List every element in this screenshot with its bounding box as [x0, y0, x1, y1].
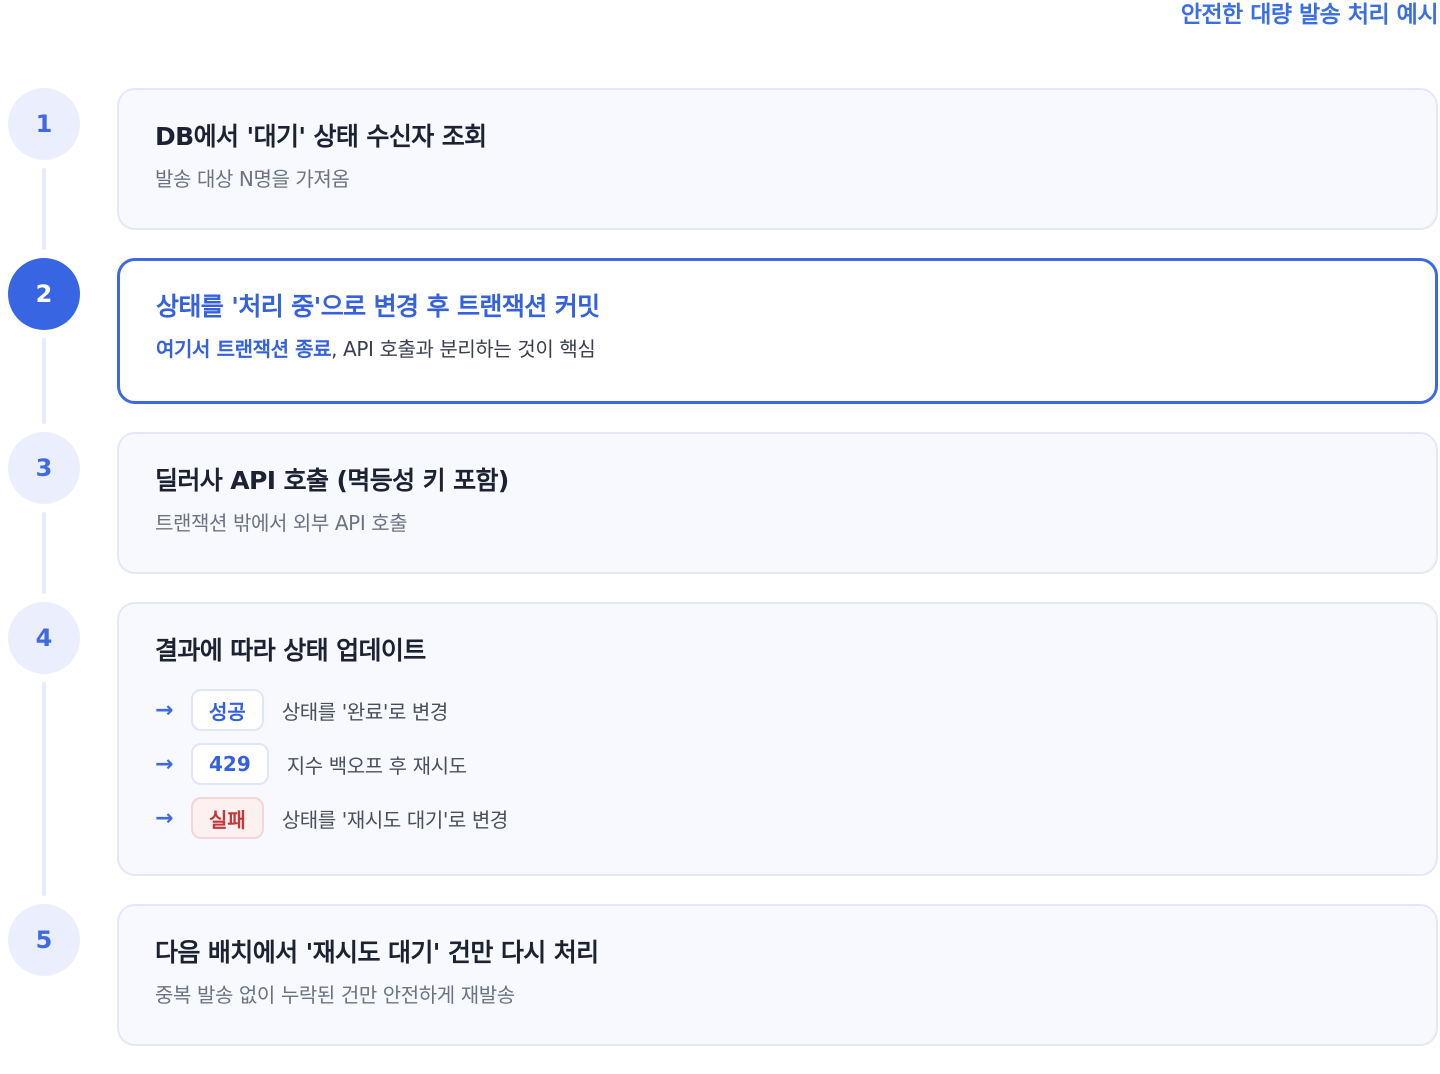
arrow-right-icon: →: [155, 805, 174, 831]
step-card-1: DB에서 '대기' 상태 수신자 조회 발송 대상 N명을 가져옴: [117, 88, 1438, 230]
step-title: 다음 배치에서 '재시도 대기' 건만 다시 처리: [155, 938, 599, 967]
step-number-3: 3: [8, 432, 80, 504]
step-desc-rest: , API 호출과 분리하는 것이 핵심: [331, 337, 596, 361]
step-desc: 중복 발송 없이 누락된 건만 안전하게 재발송: [155, 983, 515, 1007]
step-desc-highlight: 여기서 트랜잭션 종료: [156, 337, 332, 361]
step-desc: 발송 대상 N명을 가져옴: [155, 167, 350, 191]
status-badge-429: 429: [191, 743, 269, 785]
page: 안전한 대량 발송 처리 예시 1 DB에서 '대기' 상태 수신자 조회 발송…: [0, 0, 1440, 1074]
step-number-5: 5: [8, 904, 80, 976]
step-number-4: 4: [8, 602, 80, 674]
step-card-2: 상태를 '처리 중'으로 변경 후 트랜잭션 커밋 여기서 트랜잭션 종료, A…: [117, 258, 1438, 404]
step-title: DB에서 '대기' 상태 수신자 조회: [155, 122, 487, 151]
step-title: 상태를 '처리 중'으로 변경 후 트랜잭션 커밋: [156, 292, 600, 321]
outcome-text: 지수 백오프 후 재시도: [286, 753, 467, 778]
connector-line: [42, 512, 46, 594]
connector-line: [42, 168, 46, 250]
step-card-4: 결과에 따라 상태 업데이트 → 성공 상태를 '완료'로 변경 → 429 지…: [117, 602, 1438, 876]
step-number-2: 2: [8, 258, 80, 330]
step-title: 딜러사 API 호출 (멱등성 키 포함): [155, 466, 509, 495]
step-desc: 트랜잭션 밖에서 외부 API 호출: [155, 511, 408, 535]
step-card-5: 다음 배치에서 '재시도 대기' 건만 다시 처리 중복 발송 없이 누락된 건…: [117, 904, 1438, 1046]
status-badge-success: 성공: [191, 689, 264, 731]
connector-line: [42, 682, 46, 896]
step-number-1: 1: [8, 88, 80, 160]
step-title: 결과에 따라 상태 업데이트: [155, 636, 426, 665]
outcome-fail: → 실패 상태를 '재시도 대기'로 변경: [155, 796, 1400, 840]
outcome-list: → 성공 상태를 '완료'로 변경 → 429 지수 백오프 후 재시도 → 실…: [155, 688, 1400, 840]
step-desc: 여기서 트랜잭션 종료, API 호출과 분리하는 것이 핵심: [156, 335, 1399, 363]
arrow-right-icon: →: [155, 751, 174, 777]
outcome-success: → 성공 상태를 '완료'로 변경: [155, 688, 1400, 732]
outcome-text: 상태를 '재시도 대기'로 변경: [281, 807, 508, 832]
connector-line: [42, 338, 46, 424]
page-title: 안전한 대량 발송 처리 예시: [1180, 2, 1439, 28]
outcome-text: 상태를 '완료'로 변경: [281, 699, 449, 724]
status-badge-fail: 실패: [191, 797, 264, 839]
arrow-right-icon: →: [155, 697, 174, 723]
outcome-429: → 429 지수 백오프 후 재시도: [155, 742, 1400, 786]
step-card-3: 딜러사 API 호출 (멱등성 키 포함) 트랜잭션 밖에서 외부 API 호출: [117, 432, 1438, 574]
